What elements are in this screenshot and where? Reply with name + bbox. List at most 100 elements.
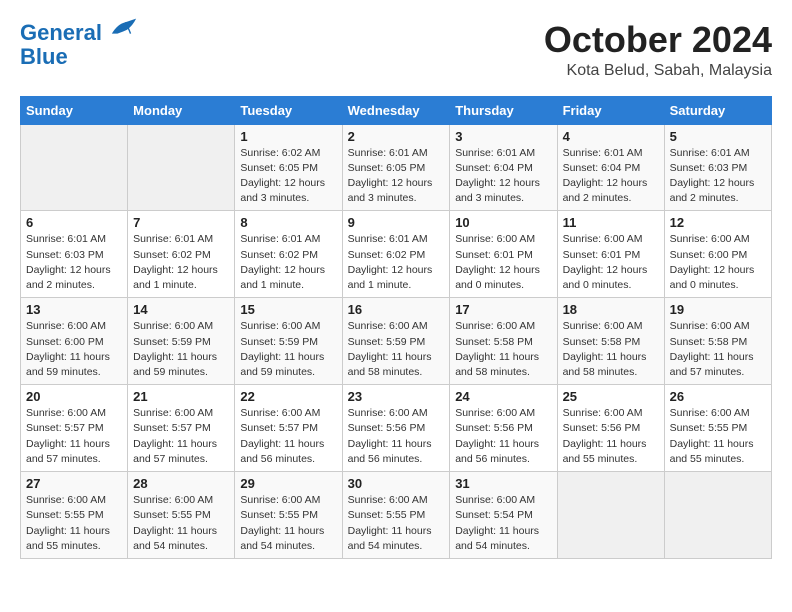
day-info: Sunrise: 6:00 AM Sunset: 5:55 PM Dayligh… [240,493,336,554]
page-header: General Blue October 2024 Kota Belud, Sa… [20,20,772,80]
day-info: Sunrise: 6:00 AM Sunset: 6:00 PM Dayligh… [26,319,122,380]
day-info: Sunrise: 6:00 AM Sunset: 5:58 PM Dayligh… [455,319,551,380]
day-info: Sunrise: 6:00 AM Sunset: 5:57 PM Dayligh… [26,406,122,467]
day-number: 22 [240,389,336,404]
calendar-cell: 26 Sunrise: 6:00 AM Sunset: 5:55 PM Dayli… [664,385,771,472]
col-header-friday: Friday [557,96,664,124]
day-number: 9 [348,215,445,230]
day-info: Sunrise: 6:01 AM Sunset: 6:03 PM Dayligh… [26,232,122,293]
calendar-cell: 8 Sunrise: 6:01 AM Sunset: 6:02 PM Daylig… [235,211,342,298]
day-info: Sunrise: 6:00 AM Sunset: 5:58 PM Dayligh… [670,319,766,380]
calendar-cell: 18 Sunrise: 6:00 AM Sunset: 5:58 PM Dayli… [557,298,664,385]
day-info: Sunrise: 6:02 AM Sunset: 6:05 PM Dayligh… [240,146,336,207]
calendar-week-4: 20Sunrise: 6:00 AM Sunset: 5:57 PM Dayli… [21,385,772,472]
col-header-wednesday: Wednesday [342,96,450,124]
calendar-cell: 3Sunrise: 6:01 AM Sunset: 6:04 PM Daylig… [450,124,557,211]
day-info: Sunrise: 6:00 AM Sunset: 5:56 PM Dayligh… [348,406,445,467]
day-number: 1 [240,129,336,144]
day-number: 3 [455,129,551,144]
day-number: 26 [670,389,766,404]
day-info: Sunrise: 6:00 AM Sunset: 5:55 PM Dayligh… [26,493,122,554]
day-info: Sunrise: 6:00 AM Sunset: 5:56 PM Dayligh… [455,406,551,467]
calendar-cell: 19Sunrise: 6:00 AM Sunset: 5:58 PM Dayli… [664,298,771,385]
logo-bird-icon [110,16,138,40]
logo-text2: Blue [20,45,138,69]
day-number: 12 [670,215,766,230]
day-number: 17 [455,302,551,317]
calendar-cell: 23 Sunrise: 6:00 AM Sunset: 5:56 PM Dayli… [342,385,450,472]
location: Kota Belud, Sabah, Malaysia [544,62,772,80]
calendar-cell [664,472,771,559]
day-info: Sunrise: 6:00 AM Sunset: 6:00 PM Dayligh… [670,232,766,293]
calendar-cell: 27 Sunrise: 6:00 AM Sunset: 5:55 PM Dayli… [21,472,128,559]
day-info: Sunrise: 6:00 AM Sunset: 5:55 PM Dayligh… [348,493,445,554]
day-info: Sunrise: 6:01 AM Sunset: 6:03 PM Dayligh… [670,146,766,207]
day-info: Sunrise: 6:00 AM Sunset: 5:55 PM Dayligh… [670,406,766,467]
calendar-cell [557,472,664,559]
day-info: Sunrise: 6:00 AM Sunset: 5:59 PM Dayligh… [133,319,229,380]
day-number: 14 [133,302,229,317]
col-header-monday: Monday [128,96,235,124]
calendar-cell: 20Sunrise: 6:00 AM Sunset: 5:57 PM Dayli… [21,385,128,472]
calendar-cell: 11 Sunrise: 6:00 AM Sunset: 6:01 PM Dayli… [557,211,664,298]
day-number: 6 [26,215,122,230]
calendar-cell [128,124,235,211]
day-info: Sunrise: 6:01 AM Sunset: 6:02 PM Dayligh… [133,232,229,293]
day-number: 4 [563,129,659,144]
day-number: 18 [563,302,659,317]
day-number: 23 [348,389,445,404]
calendar-table: SundayMondayTuesdayWednesdayThursdayFrid… [20,96,772,559]
calendar-cell: 12 Sunrise: 6:00 AM Sunset: 6:00 PM Dayli… [664,211,771,298]
calendar-cell: 14 Sunrise: 6:00 AM Sunset: 5:59 PM Dayli… [128,298,235,385]
calendar-cell: 17 Sunrise: 6:00 AM Sunset: 5:58 PM Dayli… [450,298,557,385]
title-area: October 2024 Kota Belud, Sabah, Malaysia [544,20,772,80]
day-number: 27 [26,476,122,491]
day-info: Sunrise: 6:00 AM Sunset: 5:57 PM Dayligh… [133,406,229,467]
day-number: 7 [133,215,229,230]
day-number: 30 [348,476,445,491]
day-info: Sunrise: 6:01 AM Sunset: 6:02 PM Dayligh… [240,232,336,293]
day-number: 16 [348,302,445,317]
day-number: 25 [563,389,659,404]
day-number: 2 [348,129,445,144]
day-number: 10 [455,215,551,230]
day-number: 31 [455,476,551,491]
day-info: Sunrise: 6:00 AM Sunset: 5:59 PM Dayligh… [240,319,336,380]
day-number: 11 [563,215,659,230]
calendar-cell: 13 Sunrise: 6:00 AM Sunset: 6:00 PM Dayli… [21,298,128,385]
calendar-cell: 2 Sunrise: 6:01 AM Sunset: 6:05 PM Daylig… [342,124,450,211]
day-info: Sunrise: 6:01 AM Sunset: 6:04 PM Dayligh… [563,146,659,207]
calendar-cell: 15Sunrise: 6:00 AM Sunset: 5:59 PM Dayli… [235,298,342,385]
calendar-cell: 29 Sunrise: 6:00 AM Sunset: 5:55 PM Dayli… [235,472,342,559]
day-number: 8 [240,215,336,230]
day-info: Sunrise: 6:00 AM Sunset: 5:55 PM Dayligh… [133,493,229,554]
calendar-cell: 21 Sunrise: 6:00 AM Sunset: 5:57 PM Dayli… [128,385,235,472]
col-header-sunday: Sunday [21,96,128,124]
calendar-cell: 22 Sunrise: 6:00 AM Sunset: 5:57 PM Dayli… [235,385,342,472]
day-info: Sunrise: 6:00 AM Sunset: 5:57 PM Dayligh… [240,406,336,467]
calendar-cell: 4 Sunrise: 6:01 AM Sunset: 6:04 PM Daylig… [557,124,664,211]
day-number: 13 [26,302,122,317]
day-number: 5 [670,129,766,144]
col-header-thursday: Thursday [450,96,557,124]
day-number: 21 [133,389,229,404]
calendar-week-2: 6 Sunrise: 6:01 AM Sunset: 6:03 PM Daylig… [21,211,772,298]
col-header-saturday: Saturday [664,96,771,124]
calendar-cell: 1 Sunrise: 6:02 AM Sunset: 6:05 PM Daylig… [235,124,342,211]
calendar-cell: 7 Sunrise: 6:01 AM Sunset: 6:02 PM Daylig… [128,211,235,298]
day-info: Sunrise: 6:00 AM Sunset: 6:01 PM Dayligh… [563,232,659,293]
day-number: 28 [133,476,229,491]
calendar-cell: 16 Sunrise: 6:00 AM Sunset: 5:59 PM Dayli… [342,298,450,385]
day-info: Sunrise: 6:01 AM Sunset: 6:05 PM Dayligh… [348,146,445,207]
calendar-cell: 25Sunrise: 6:00 AM Sunset: 5:56 PM Dayli… [557,385,664,472]
day-info: Sunrise: 6:00 AM Sunset: 5:59 PM Dayligh… [348,319,445,380]
day-number: 29 [240,476,336,491]
calendar-cell: 28 Sunrise: 6:00 AM Sunset: 5:55 PM Dayli… [128,472,235,559]
calendar-cell [21,124,128,211]
calendar-cell: 31Sunrise: 6:00 AM Sunset: 5:54 PM Dayli… [450,472,557,559]
logo: General Blue [20,20,138,69]
calendar-cell: 30 Sunrise: 6:00 AM Sunset: 5:55 PM Dayli… [342,472,450,559]
day-info: Sunrise: 6:00 AM Sunset: 5:58 PM Dayligh… [563,319,659,380]
day-info: Sunrise: 6:00 AM Sunset: 6:01 PM Dayligh… [455,232,551,293]
calendar-cell: 24Sunrise: 6:00 AM Sunset: 5:56 PM Dayli… [450,385,557,472]
